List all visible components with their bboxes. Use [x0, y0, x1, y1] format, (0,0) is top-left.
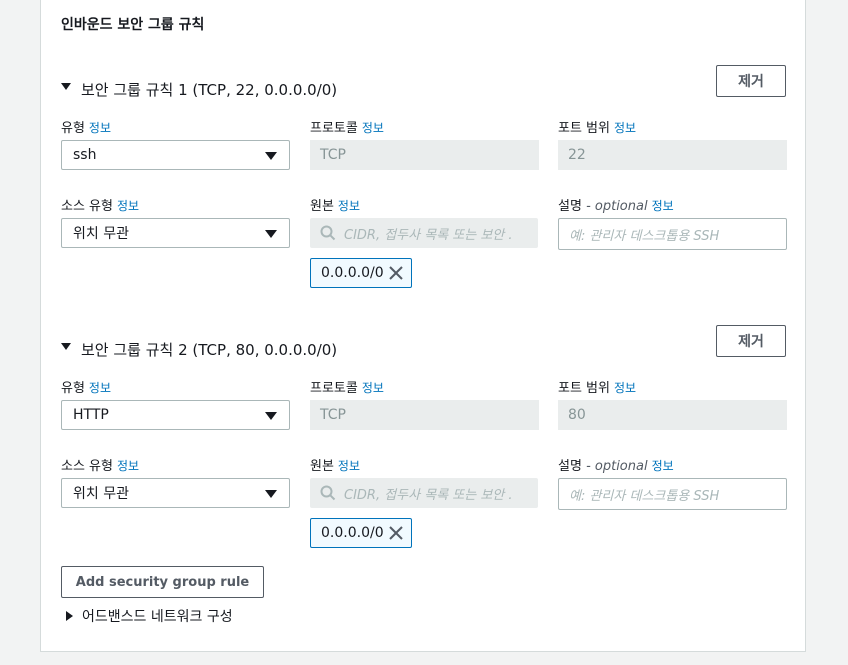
rule-2-type-value: HTTP: [73, 407, 109, 423]
rule-1-source-placeholder: CIDR, 접두사 목록 또는 보안 .: [344, 227, 513, 243]
rule-2-port-field: 80: [558, 400, 787, 430]
rule-2-type-select[interactable]: HTTP: [61, 400, 290, 430]
rule-1-source-type-value: 위치 무관: [73, 226, 129, 242]
rule-2-source-search[interactable]: CIDR, 접두사 목록 또는 보안 .: [310, 478, 538, 508]
rule-2-source-type-select[interactable]: 위치 무관: [61, 478, 290, 508]
caret-down-icon: [61, 83, 71, 90]
info-link[interactable]: 정보: [652, 459, 674, 473]
rule-1-source-type-select[interactable]: 위치 무관: [61, 218, 290, 248]
rule-1-source-search[interactable]: CIDR, 접두사 목록 또는 보안 .: [310, 218, 538, 248]
rule-1-title: 보안 그룹 규칙 1 (TCP, 22, 0.0.0.0/0): [81, 81, 338, 99]
rule-1-type-value: ssh: [73, 147, 97, 163]
section-title: 인바운드 보안 그룹 규칙: [61, 17, 205, 33]
info-link[interactable]: 정보: [362, 121, 384, 135]
rule-1-type-label: 유형 정보: [61, 121, 112, 136]
rule-2-protocol-label: 프로토콜 정보: [310, 381, 384, 396]
rule-1-remove-button[interactable]: 제거: [716, 65, 786, 97]
rule-2-header[interactable]: 보안 그룹 규칙 2 (TCP, 80, 0.0.0.0/0): [61, 339, 337, 360]
rule-1-source-token: 0.0.0.0/0: [310, 258, 412, 288]
rule-1-protocol-label: 프로토콜 정보: [310, 121, 384, 136]
caret-right-icon: [66, 611, 73, 621]
rule-2-description-input[interactable]: 예: 관리자 데스크톱용 SSH: [558, 478, 787, 510]
close-icon[interactable]: [388, 265, 404, 281]
dropdown-arrow-icon: [265, 412, 277, 420]
info-link[interactable]: 정보: [338, 459, 360, 473]
rule-2-description-label: 설명 - optional 정보: [558, 459, 674, 474]
dropdown-arrow-icon: [265, 152, 277, 160]
rule-2-port-label: 포트 범위 정보: [558, 381, 637, 396]
info-link[interactable]: 정보: [117, 459, 139, 473]
info-link[interactable]: 정보: [89, 121, 111, 135]
rule-2-source-token: 0.0.0.0/0: [310, 518, 412, 548]
rule-2-remove-button[interactable]: 제거: [716, 325, 786, 357]
advanced-network-config-toggle[interactable]: 어드밴스드 네트워크 구성: [66, 606, 233, 626]
rule-1-port-label: 포트 범위 정보: [558, 121, 637, 136]
rule-2-title: 보안 그룹 규칙 2 (TCP, 80, 0.0.0.0/0): [81, 341, 338, 359]
add-security-group-rule-button[interactable]: Add security group rule: [61, 566, 264, 598]
info-link[interactable]: 정보: [362, 381, 384, 395]
dropdown-arrow-icon: [265, 490, 277, 498]
dropdown-arrow-icon: [265, 230, 277, 238]
rule-1-source-type-label: 소스 유형 정보: [61, 199, 140, 214]
rule-1-description-label: 설명 - optional 정보: [558, 199, 674, 214]
info-link[interactable]: 정보: [614, 121, 636, 135]
rule-2-type-label: 유형 정보: [61, 381, 112, 396]
rule-1-port-field: 22: [558, 140, 787, 170]
rule-2-source-type-value: 위치 무관: [73, 486, 129, 502]
rule-2-source-placeholder: CIDR, 접두사 목록 또는 보안 .: [344, 487, 513, 503]
info-link[interactable]: 정보: [614, 381, 636, 395]
info-link[interactable]: 정보: [117, 199, 139, 213]
rule-2-source-label: 원본 정보: [310, 459, 361, 474]
search-icon: [320, 225, 336, 241]
info-link[interactable]: 정보: [652, 199, 674, 213]
close-icon[interactable]: [388, 525, 404, 541]
rule-1-source-label: 원본 정보: [310, 199, 361, 214]
rule-1-type-select[interactable]: ssh: [61, 140, 290, 170]
rule-1-header[interactable]: 보안 그룹 규칙 1 (TCP, 22, 0.0.0.0/0): [61, 79, 337, 100]
caret-down-icon: [61, 343, 71, 350]
rule-1-description-input[interactable]: 예: 관리자 데스크톱용 SSH: [558, 218, 787, 250]
token-label: 0.0.0.0/0: [321, 265, 384, 281]
token-label: 0.0.0.0/0: [321, 525, 384, 541]
info-link[interactable]: 정보: [89, 381, 111, 395]
rule-1-protocol-field: TCP: [310, 140, 539, 170]
rule-2-protocol-field: TCP: [310, 400, 539, 430]
rule-2-source-type-label: 소스 유형 정보: [61, 459, 140, 474]
advanced-network-config-label: 어드밴스드 네트워크 구성: [82, 609, 233, 625]
search-icon: [320, 485, 336, 501]
info-link[interactable]: 정보: [338, 199, 360, 213]
